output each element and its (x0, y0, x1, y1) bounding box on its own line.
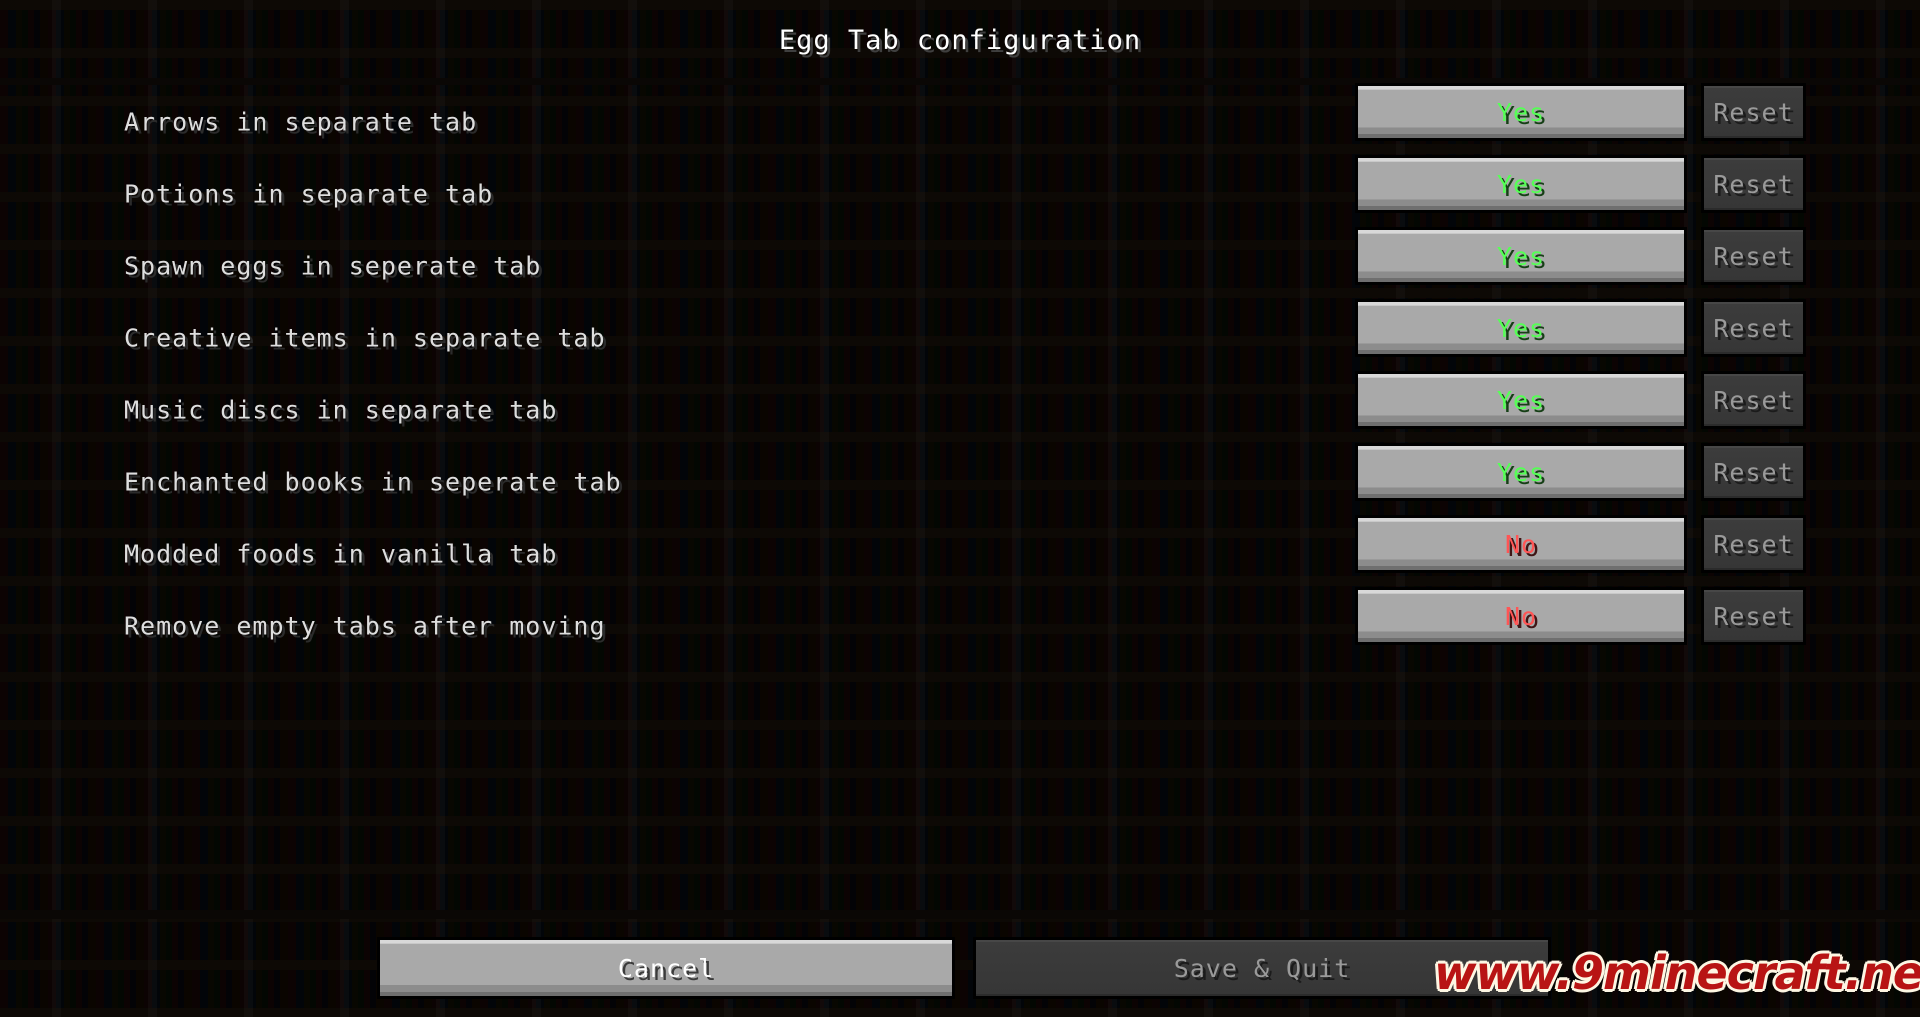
cancel-button[interactable]: Cancel (380, 940, 952, 996)
option-label: Modded foods in vanilla tab (124, 539, 558, 569)
option-value-toggle[interactable]: Yes (1358, 230, 1684, 282)
option-label: Creative items in separate tab (124, 323, 606, 353)
option-label: Potions in separate tab (124, 179, 494, 209)
option-value-toggle[interactable]: Yes (1358, 446, 1684, 498)
option-label: Music discs in separate tab (124, 395, 558, 425)
option-reset-button: Reset (1704, 158, 1803, 210)
page-title: Egg Tab configuration (778, 25, 1142, 56)
option-value-text: No (1504, 601, 1538, 631)
option-reset-button: Reset (1704, 518, 1803, 570)
option-value-toggle[interactable]: Yes (1358, 158, 1684, 210)
option-row: Enchanted books in seperate tab Yes Reset (0, 446, 1920, 518)
options-list: Arrows in separate tab Yes Reset Potions in… (0, 86, 1920, 662)
option-label: Enchanted books in seperate tab (124, 467, 622, 497)
option-row: Potions in separate tab Yes Reset (0, 158, 1920, 230)
option-label: Spawn eggs in seperate tab (124, 251, 542, 281)
option-row: Remove empty tabs after moving No Reset (0, 590, 1920, 662)
option-reset-button: Reset (1704, 230, 1803, 282)
option-value-toggle[interactable]: Yes (1358, 302, 1684, 354)
option-value-text: Yes (1496, 385, 1546, 415)
option-value-toggle[interactable]: No (1358, 518, 1684, 570)
option-label: Remove empty tabs after moving (124, 611, 606, 641)
option-row: Arrows in separate tab Yes Reset (0, 86, 1920, 158)
option-value-toggle[interactable]: No (1358, 590, 1684, 642)
option-reset-button: Reset (1704, 590, 1803, 642)
option-value-text: No (1504, 529, 1538, 559)
header-divider (0, 78, 1920, 85)
option-reset-button: Reset (1704, 86, 1803, 138)
option-reset-button: Reset (1704, 374, 1803, 426)
option-row: Music discs in separate tab Yes Reset (0, 374, 1920, 446)
option-label: Arrows in separate tab (124, 107, 478, 137)
footer-divider (0, 910, 1920, 919)
option-value-text: Yes (1496, 457, 1546, 487)
option-value-text: Yes (1496, 313, 1546, 343)
option-value-text: Yes (1496, 169, 1546, 199)
option-value-toggle[interactable]: Yes (1358, 374, 1684, 426)
option-value-toggle[interactable]: Yes (1358, 86, 1684, 138)
option-value-text: Yes (1496, 97, 1546, 127)
config-screen: Egg Tab configuration Arrows in separate… (0, 0, 1920, 1017)
option-value-text: Yes (1496, 241, 1546, 271)
option-row: Modded foods in vanilla tab No Reset (0, 518, 1920, 590)
site-watermark: www.9minecraft.net (1434, 946, 1920, 1000)
option-reset-button: Reset (1704, 446, 1803, 498)
option-row: Spawn eggs in seperate tab Yes Reset (0, 230, 1920, 302)
option-reset-button: Reset (1704, 302, 1803, 354)
option-row: Creative items in separate tab Yes Reset (0, 302, 1920, 374)
